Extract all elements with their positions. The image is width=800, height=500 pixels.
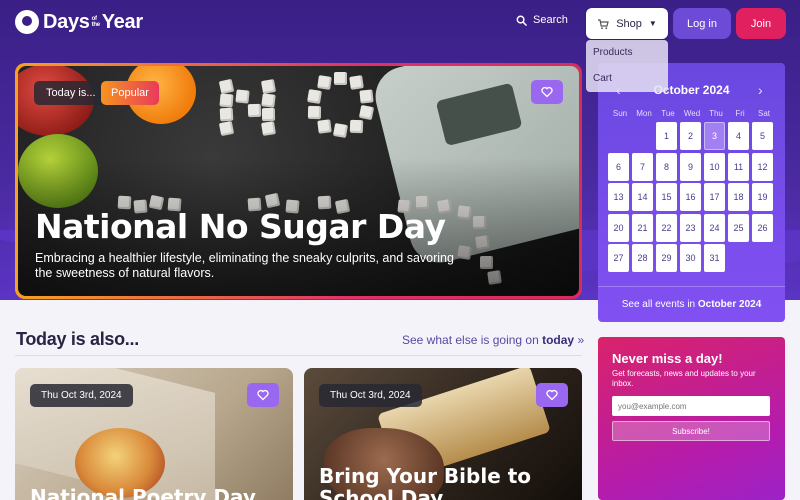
calendar-day[interactable]: 30 [680,244,701,272]
calendar-day[interactable]: 27 [608,244,629,272]
hero-image: Today is... Popular National No Sugar Da… [18,66,579,296]
popular-badge: Popular [101,81,159,105]
calendar-day[interactable]: 15 [656,183,677,211]
calendar-day[interactable]: 4 [728,122,749,150]
logo-small-words: of the [92,16,100,28]
calendar-day[interactable]: 20 [608,213,629,242]
double-chevron-right-icon: » [577,333,585,347]
calendar-next-icon[interactable]: › [758,82,763,98]
calendar-day[interactable]: 8 [656,152,677,181]
calendar-day[interactable]: 12 [752,152,773,181]
logo-word-days: Days [43,10,90,33]
shop-label: Shop [616,17,642,30]
favorite-button[interactable] [536,383,568,407]
calendar-day[interactable]: 19 [752,183,773,211]
calendar-day[interactable]: 17 [704,183,725,211]
search-button[interactable]: Search [516,14,568,26]
menu-item-products[interactable]: Products [586,40,668,66]
calendar-widget: ‹ October 2024 › SunMonTueWedThuFriSat 1… [598,63,785,322]
calendar-weekday: Sat [757,109,770,118]
see-what-else-link[interactable]: See what else is going on today » [402,333,584,347]
card-date-badge: Thu Oct 3rd, 2024 [319,384,422,407]
login-button[interactable]: Log in [673,8,731,39]
site-logo[interactable]: Days of the Year [15,10,143,34]
calendar-weekday: Thu [709,109,723,118]
calendar-weekday: Fri [735,109,745,118]
featured-day-title[interactable]: National No Sugar Day [35,207,446,246]
calendar-weekday: Mon [636,109,652,118]
calendar-day[interactable]: 5 [752,122,773,150]
see-all-events-link[interactable]: See all events in October 2024 [598,286,785,322]
today-is-also-heading: Today is also... [16,329,139,349]
subscribe-button[interactable]: Subscribe! [612,421,770,441]
calendar-day[interactable]: 2 [680,122,701,150]
newsletter-description: Get forecasts, news and updates to your … [612,369,756,388]
calendar-day[interactable]: 28 [632,244,653,272]
favorite-button[interactable] [247,383,279,407]
logo-word-year: Year [101,10,143,33]
calendar-weekday-header: Sun Mon Tue Wed Thu Fri Sat [608,109,776,118]
calendar-day-today[interactable]: 3 [704,122,725,150]
heart-icon [541,86,553,98]
cart-icon [598,18,609,29]
calendar-day[interactable]: 22 [656,213,677,242]
calendar-empty-cell [632,122,653,150]
calendar-day[interactable]: 24 [704,213,725,242]
calendar-day-grid: 1 2 3 4 5 6 7 8 9 10 11 12 13 14 15 16 17 18 19 20 21 22 23 24 2… [608,122,776,275]
calendar-day[interactable]: 13 [608,183,629,211]
calendar-day[interactable]: 23 [680,213,701,242]
calendar-day[interactable]: 21 [632,213,653,242]
calendar-day[interactable]: 16 [680,183,701,211]
calendar-day[interactable]: 14 [632,183,653,211]
email-input[interactable] [612,396,770,416]
logo-mark-icon [15,10,39,34]
calendar-weekday: Sun [612,109,628,118]
shop-dropdown-menu: Products Cart [586,40,668,92]
search-icon [516,15,527,26]
calendar-day[interactable]: 9 [680,152,701,181]
calendar-day[interactable]: 11 [728,152,749,181]
card-title: National Poetry Day [30,485,256,500]
logo-text: Days of the Year [43,11,143,34]
logo-word-the: the [91,22,100,28]
heart-icon [257,389,269,401]
chevron-down-icon: ▼ [648,19,657,28]
calendar-day[interactable]: 6 [608,152,629,181]
calendar-day[interactable]: 7 [632,152,653,181]
see-all-events-month: October 2024 [697,299,762,310]
calendar-day[interactable]: 25 [728,213,749,242]
calendar-empty-cell [608,122,629,150]
newsletter-signup: Never miss a day! Get forecasts, news an… [598,337,785,500]
featured-day-description: Embracing a healthier lifestyle, elimina… [35,251,454,280]
shop-button[interactable]: Shop ▼ [586,8,668,39]
today-badge: Today is... [34,81,108,105]
newsletter-title: Never miss a day! [612,351,723,366]
day-card-bible[interactable]: Thu Oct 3rd, 2024 Bring Your Bible to Sc… [304,368,582,500]
card-date-badge: Thu Oct 3rd, 2024 [30,384,133,407]
section-divider [15,355,582,356]
calendar-day[interactable]: 31 [704,244,725,272]
see-what-else-today: today [542,333,575,347]
menu-item-cart[interactable]: Cart [586,66,668,92]
calendar-weekday: Wed [683,109,701,118]
search-label: Search [533,14,568,26]
see-what-else-prefix: See what else is going on [402,333,543,347]
calendar-day[interactable]: 18 [728,183,749,211]
calendar-day[interactable]: 1 [656,122,677,150]
calendar-day[interactable]: 26 [752,213,773,242]
join-button[interactable]: Join [736,8,786,39]
day-card-poetry[interactable]: Thu Oct 3rd, 2024 National Poetry Day [15,368,293,500]
favorite-button[interactable] [531,80,563,104]
site-header: Days of the Year Search Shop ▼ Log in Jo… [0,0,800,48]
see-all-events-prefix: See all events in [621,299,698,310]
featured-day-card[interactable]: Today is... Popular National No Sugar Da… [15,63,582,299]
calendar-day[interactable]: 10 [704,152,725,181]
card-title: Bring Your Bible to School Day [319,464,532,500]
heart-icon [546,389,558,401]
calendar-day[interactable]: 29 [656,244,677,272]
calendar-weekday: Tue [661,109,675,118]
